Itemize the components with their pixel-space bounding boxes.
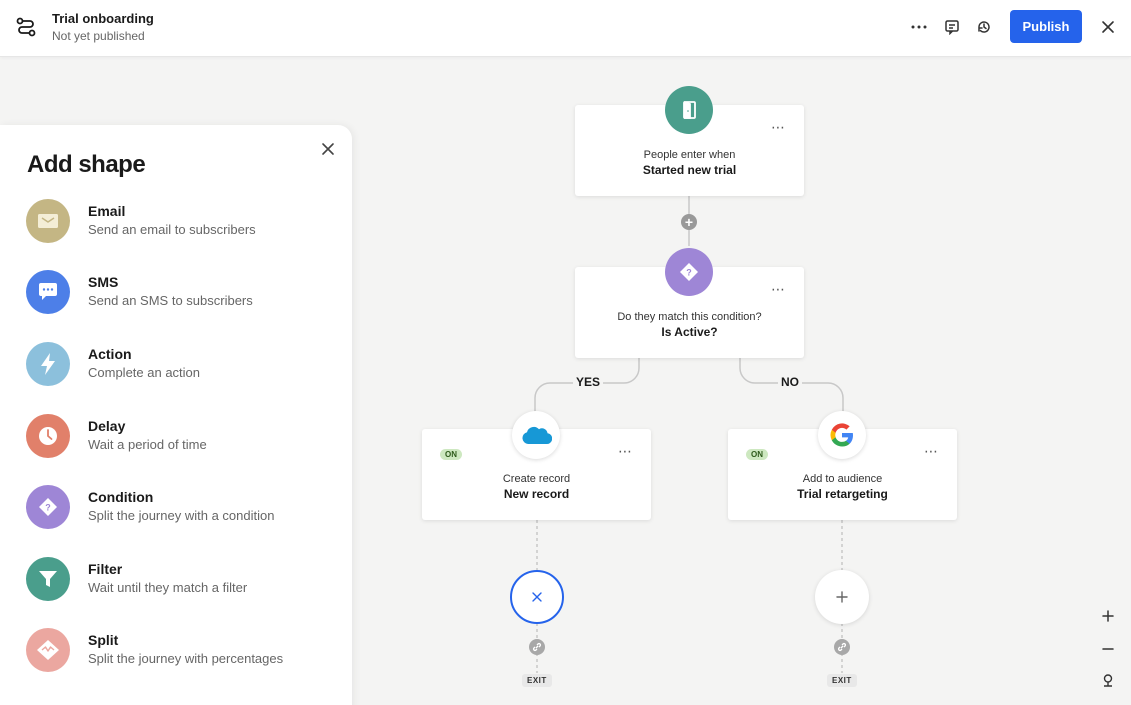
svg-text:?: ? bbox=[686, 268, 692, 278]
clock-icon bbox=[26, 414, 70, 458]
lightning-icon bbox=[26, 342, 70, 386]
node-label: Create record bbox=[502, 473, 571, 485]
branch-yes-label: YES bbox=[573, 375, 604, 389]
link-icon[interactable] bbox=[834, 639, 850, 655]
exit-label: EXIT bbox=[522, 674, 552, 687]
status-badge: ON bbox=[440, 449, 462, 460]
salesforce-cloud-icon bbox=[512, 411, 560, 459]
shape-name: Email bbox=[88, 203, 126, 219]
node-label: People enter when bbox=[643, 149, 736, 161]
recenter-icon[interactable] bbox=[1098, 670, 1118, 690]
chat-bubble-icon bbox=[26, 270, 70, 314]
link-icon[interactable] bbox=[529, 639, 545, 655]
shape-condition[interactable]: ? Condition Split the journey with a con… bbox=[26, 485, 336, 535]
diamond-question-icon: ? bbox=[665, 248, 713, 296]
shape-action[interactable]: Action Complete an action bbox=[26, 342, 336, 392]
google-logo-icon bbox=[818, 411, 866, 459]
shape-sms[interactable]: SMS Send an SMS to subscribers bbox=[26, 270, 336, 320]
node-value: Is Active? bbox=[661, 325, 718, 339]
publish-button[interactable]: Publish bbox=[1010, 10, 1082, 43]
publish-status: Not yet published bbox=[52, 29, 145, 43]
node-more-icon[interactable]: ⋯ bbox=[771, 120, 786, 134]
door-enter-icon bbox=[665, 86, 713, 134]
shape-filter[interactable]: Filter Wait until they match a filter bbox=[26, 557, 336, 607]
node-value: Trial retargeting bbox=[797, 487, 888, 501]
history-icon[interactable] bbox=[971, 14, 997, 40]
branch-no-label: NO bbox=[778, 375, 802, 389]
node-more-icon[interactable]: ⋯ bbox=[771, 282, 786, 296]
top-bar: Trial onboarding Not yet published Publi… bbox=[0, 0, 1131, 57]
node-value: New record bbox=[503, 487, 570, 501]
zoom-in-icon[interactable] bbox=[1098, 606, 1118, 626]
zoom-out-icon[interactable] bbox=[1098, 639, 1118, 659]
panel-title: Add shape bbox=[27, 151, 146, 178]
shape-email[interactable]: Email Send an email to subscribers bbox=[26, 199, 336, 249]
shape-name: Action bbox=[88, 346, 132, 362]
shape-description: Split the journey with a condition bbox=[88, 508, 275, 523]
node-more-icon[interactable]: ⋯ bbox=[924, 444, 939, 458]
close-icon[interactable] bbox=[1095, 14, 1121, 40]
node-label: Do they match this condition? bbox=[617, 311, 762, 323]
shape-name: Delay bbox=[88, 418, 126, 434]
shape-description: Send an SMS to subscribers bbox=[88, 293, 253, 308]
node-more-icon[interactable]: ⋯ bbox=[618, 444, 633, 458]
shape-description: Send an email to subscribers bbox=[88, 222, 256, 237]
shape-description: Split the journey with percentages bbox=[88, 651, 284, 666]
svg-text:?: ? bbox=[45, 503, 51, 513]
shape-name: Split bbox=[88, 632, 119, 648]
shape-split[interactable]: Split Split the journey with percentages bbox=[26, 628, 336, 678]
funnel-icon bbox=[26, 557, 70, 601]
page-title: Trial onboarding bbox=[52, 11, 154, 26]
diamond-question-icon: ? bbox=[26, 485, 70, 529]
add-step-button[interactable] bbox=[815, 570, 869, 624]
shape-name: Condition bbox=[88, 489, 154, 505]
shape-description: Complete an action bbox=[88, 365, 201, 380]
remove-step-button[interactable] bbox=[510, 570, 564, 624]
add-shape-panel: Add shape Email Send an email to subscri… bbox=[0, 125, 352, 705]
status-badge: ON bbox=[746, 449, 768, 460]
shape-description: Wait until they match a filter bbox=[88, 580, 248, 595]
more-options-icon[interactable] bbox=[906, 14, 932, 40]
shape-description: Wait a period of time bbox=[88, 437, 207, 452]
shape-name: SMS bbox=[88, 274, 119, 290]
add-step-button[interactable]: + bbox=[681, 214, 697, 230]
shape-delay[interactable]: Delay Wait a period of time bbox=[26, 414, 336, 464]
node-value: Started new trial bbox=[642, 163, 737, 177]
close-icon[interactable] bbox=[318, 139, 338, 159]
journey-icon bbox=[14, 15, 38, 39]
shape-name: Filter bbox=[88, 561, 123, 577]
node-label: Add to audience bbox=[802, 473, 883, 485]
envelope-icon bbox=[26, 199, 70, 243]
exit-label: EXIT bbox=[827, 674, 857, 687]
close-icon bbox=[532, 592, 542, 602]
plus-icon bbox=[836, 591, 848, 603]
split-icon bbox=[26, 628, 70, 672]
comment-icon[interactable] bbox=[939, 14, 965, 40]
